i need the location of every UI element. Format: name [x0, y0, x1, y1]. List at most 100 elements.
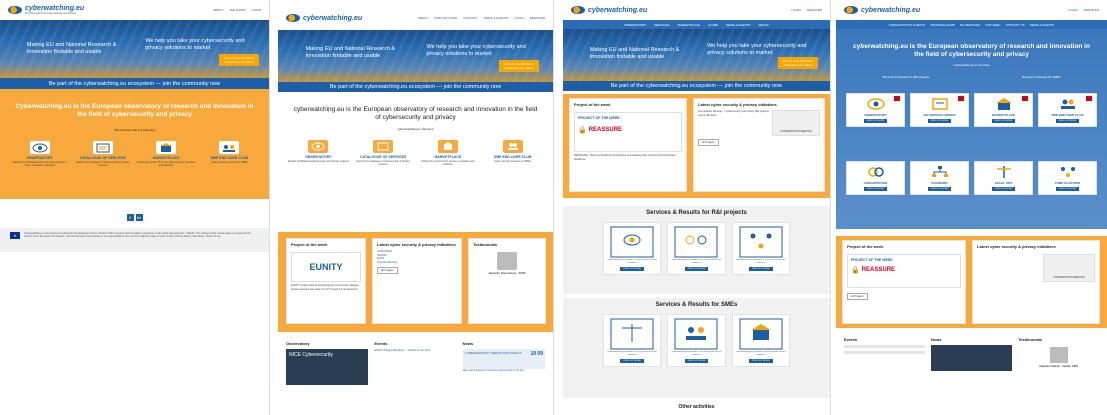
nav-item[interactable]: THE RADIO: [229, 8, 245, 12]
find-out-more-button[interactable]: FIND OUT MORE: [620, 266, 644, 271]
showcase-button[interactable]: Join us & be the first to showcase your …: [219, 54, 259, 66]
find-out-more-button[interactable]: FIND OUT MORE: [863, 119, 888, 123]
observatory-card[interactable]: Cyberwatching.eu provides a set of servi…: [603, 222, 662, 275]
service-desc: Cyber security services for SMEs: [210, 161, 248, 164]
showcase-button[interactable]: Join us & be the first to showcase your …: [778, 57, 818, 69]
top-nav: ABOUT FIND ANYTHING CONTACT NEWS & EVENT…: [418, 16, 545, 20]
login-link[interactable]: LOGIN: [1068, 8, 1077, 12]
observatory-image[interactable]: NICE Cybersecurity: [286, 349, 369, 385]
find-out-more-button[interactable]: FIND OUT MORE: [927, 187, 952, 191]
login-link[interactable]: LOGIN: [791, 8, 800, 12]
main-nav-item[interactable]: OBSERVATORY: [624, 23, 646, 27]
community-banner[interactable]: Be part of the cyberwatching.eu ecosyste…: [278, 82, 553, 92]
all-projects-button[interactable]: All Projects: [847, 293, 868, 300]
service-club[interactable]: SME END-USER CLUB Cyber security service…: [482, 140, 544, 166]
find-out-more-button[interactable]: FIND OUT MORE: [684, 266, 709, 271]
site-logo[interactable]: cyberwatching.eu EU Observatory for Cybe…: [8, 5, 84, 15]
find-out-more-button[interactable]: FIND OUT MORE: [749, 358, 773, 363]
news-image[interactable]: [931, 345, 1012, 371]
news-link[interactable]: Take part & Expand in increase cybersecu…: [463, 369, 545, 373]
all-projects-button[interactable]: All Projects: [377, 267, 398, 274]
initiative-link[interactable]: CyberSec4Europe: [373, 261, 461, 265]
ri-services-card[interactable]: R&I SERVICE OFFERS FIND OUT MORE: [910, 93, 969, 127]
project-image[interactable]: PROJECT OF THE WEEK 🔒 REASSURE: [574, 112, 682, 152]
nav-item[interactable]: NEWS & EVENTS: [484, 16, 509, 20]
find-out-more-button[interactable]: FIND OUT MORE: [684, 358, 709, 363]
find-out-more-button[interactable]: FIND OUT MORE: [1055, 119, 1080, 123]
hero-right-text: We help you take your cybersecurity and …: [145, 38, 245, 51]
community-banner[interactable]: Be part of the cyberwatching.eu ecosyste…: [0, 78, 269, 89]
clustering-card[interactable]: Cyberwatching.eu provides a set of servi…: [731, 222, 790, 275]
event-link[interactable]: EUNITY Project Workshop — October 11-12,…: [374, 349, 456, 353]
nav-item[interactable]: ABOUT: [418, 16, 428, 20]
site-logo[interactable]: cyberwatching.eu: [571, 6, 647, 14]
legal-tips-card[interactable]: Cyberwatching.eu provides a set of servi…: [603, 314, 662, 367]
find-out-more-button[interactable]: FIND OUT MORE: [927, 119, 952, 123]
main-nav-item[interactable]: TRAINING/LEARN: [930, 23, 955, 27]
nav-item[interactable]: CONTACT: [463, 16, 477, 20]
register-link[interactable]: REGISTER: [1084, 8, 1099, 12]
sme-club-card[interactable]: SME END-USER CLUB FIND OUT MORE: [1038, 93, 1097, 127]
service-observatory[interactable]: OBSERVATORY Monitor EU/National cybersec…: [287, 140, 349, 166]
eu-flag-icon: ★: [10, 232, 20, 239]
main-nav-item[interactable]: ABOUT: [759, 23, 769, 27]
project-image[interactable]: EUNITY: [291, 252, 361, 282]
main-nav-item[interactable]: SERVICES: [654, 23, 669, 27]
rni-cards: Cyberwatching.eu provides a set of servi…: [603, 222, 790, 275]
find-out-more-button[interactable]: FIND OUT MORE: [863, 187, 888, 191]
nav-item[interactable]: ABOUT: [213, 8, 223, 12]
rni-services-section: Services & Results for R&I projects Cybe…: [563, 206, 830, 294]
nav-item[interactable]: REGISTER: [530, 16, 545, 20]
find-out-more-button[interactable]: FIND OUT MORE: [991, 119, 1016, 123]
main-nav-item[interactable]: NEWS & EVENTS: [726, 23, 751, 27]
meeting-image[interactable]: CONCERTATION MEETING: [1043, 254, 1095, 282]
find-out-more-button[interactable]: FIND OUT MORE: [749, 266, 773, 271]
initiative-text: Concertation Meeting — Cybersecurity and…: [698, 110, 769, 117]
sme-club-card[interactable]: Cyberwatching.eu provides a set of servi…: [667, 314, 726, 367]
main-nav-item[interactable]: MARKETPLACE: [677, 23, 699, 27]
find-out-more-button[interactable]: FIND OUT MORE: [991, 187, 1016, 191]
main-nav-item[interactable]: CONCERTATION EVENTS: [889, 23, 925, 27]
marketplace-card[interactable]: Cyberwatching.eu provides a set of servi…: [731, 314, 790, 367]
hero-right-text: We help you take your cybersecurity and …: [426, 44, 526, 57]
service-observatory[interactable]: OBSERVATORY Monitor the EU/National cybe…: [9, 141, 70, 167]
facebook-icon[interactable]: f: [126, 214, 134, 221]
find-out-more-button[interactable]: FIND OUT MORE: [620, 358, 644, 363]
service-marketplace[interactable]: MARKETPLACE Finding the perfect fit for …: [136, 141, 197, 167]
service-catalogue[interactable]: CATALOGUE OF SERVICES Explore the catalo…: [73, 141, 134, 167]
service-marketplace[interactable]: MARKETPLACE Finding the perfect fit for …: [417, 140, 479, 166]
news-image[interactable]: CYBERSECURITY MEETS DATA IMPACT 19 09: [462, 349, 545, 369]
nav-item[interactable]: LOGIN: [252, 8, 261, 12]
card-title: CONCERTATION: [863, 181, 888, 185]
all-projects-button[interactable]: All Projects: [698, 139, 719, 146]
project-image[interactable]: PROJECT OF THE WEEK 🔒 REASSURE: [847, 254, 961, 288]
clusters-card[interactable]: CSMP CLUSTERS FIND OUT MORE: [1038, 161, 1097, 195]
club-icon: [219, 141, 240, 154]
main-nav-item[interactable]: RE SERVICES: [960, 23, 980, 27]
nav-item[interactable]: FIND ANYTHING: [434, 16, 457, 20]
service-catalogue[interactable]: CATALOGUE OF SERVICES Explore the catalo…: [352, 140, 414, 166]
intro-headline: Cyberwatching.eu is the European observa…: [15, 103, 254, 119]
nav-item[interactable]: LOGIN: [514, 16, 523, 20]
main-nav-item[interactable]: CLUBS: [708, 23, 718, 27]
showcase-button[interactable]: Join us & be the first to showcase your …: [499, 60, 539, 72]
meeting-image[interactable]: CONCERTATION MEETING: [772, 110, 820, 136]
main-nav-item[interactable]: CONTACT US: [1005, 23, 1024, 27]
find-out-more-button[interactable]: FIND OUT MORE: [1055, 187, 1080, 191]
linkedin-icon[interactable]: in: [135, 214, 143, 221]
testimonials-column: Testimonials Alejandro Valente - Capital…: [1018, 334, 1099, 415]
taxonomy-card[interactable]: TAXONOMY FIND OUT MORE: [910, 161, 969, 195]
legal-tips-card[interactable]: LEGAL TIPS FIND OUT MORE: [974, 161, 1033, 195]
concertation-card[interactable]: CONCERTATION FIND OUT MORE: [846, 161, 905, 195]
site-logo[interactable]: cyberwatching.eu: [844, 6, 920, 14]
register-link[interactable]: REGISTER: [807, 8, 822, 12]
observatory-card[interactable]: OBSERVATORY FIND OUT MORE: [846, 93, 905, 127]
community-banner[interactable]: Be part of the cyberwatching.eu ecosyste…: [563, 81, 830, 91]
service-club[interactable]: SME END USER CLUB Cyber security service…: [199, 141, 260, 167]
marketplace-card[interactable]: MARKETPLACE FIND OUT MORE: [974, 93, 1033, 127]
lower-columns: Events News Testimonials Alejandro Valen…: [836, 334, 1107, 415]
main-nav-item[interactable]: NEWS & EVENTS: [1030, 23, 1055, 27]
main-nav-item[interactable]: FOR SMEs: [985, 23, 1000, 27]
site-logo[interactable]: cyberwatching.eu: [286, 14, 362, 22]
concertation-card[interactable]: Cyberwatching.eu provides a set of servi…: [667, 222, 726, 275]
